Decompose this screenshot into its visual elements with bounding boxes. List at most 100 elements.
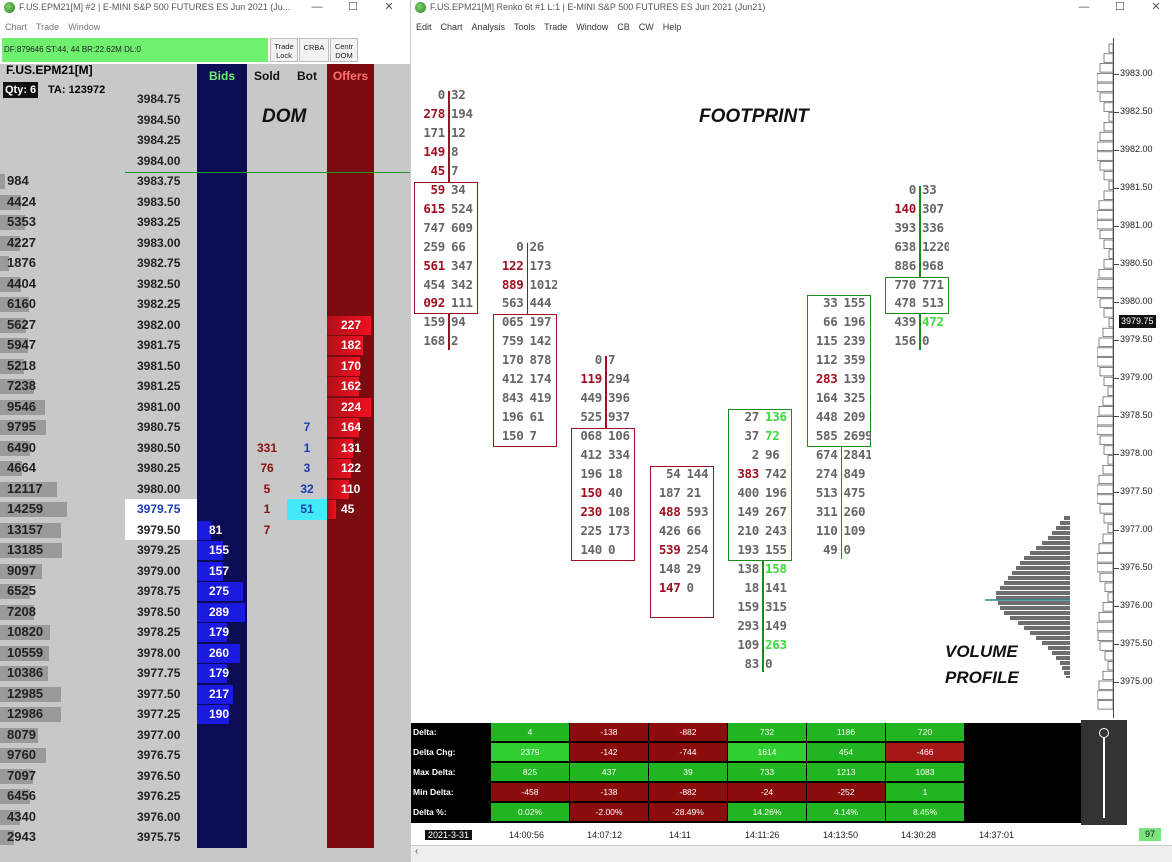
dom-row[interactable]: 9760 3976.75	[0, 745, 410, 766]
dom-row[interactable]: 12986 3977.25 190	[0, 704, 410, 725]
menu-analysis[interactable]: Analysis	[472, 18, 506, 36]
row-price[interactable]: 3984.75	[125, 89, 197, 110]
dom-row[interactable]: 4340 3976.00	[0, 806, 410, 828]
row-price[interactable]: 3981.50	[125, 356, 197, 377]
dom-row[interactable]: 13185 3979.25 155	[0, 540, 410, 561]
row-price[interactable]: 3978.75	[125, 581, 197, 602]
row-price[interactable]: 3984.50	[125, 110, 197, 131]
dom-row[interactable]: 1876 3982.75	[0, 253, 410, 274]
row-price[interactable]: 3984.25	[125, 130, 197, 151]
row-price[interactable]: 3978.00	[125, 643, 197, 664]
dom-row[interactable]: 6456 3976.25	[0, 786, 410, 807]
row-price[interactable]: 3978.25	[125, 622, 197, 643]
menu-window[interactable]: Window	[68, 18, 100, 36]
row-price[interactable]: 3981.25	[125, 376, 197, 397]
dom-row[interactable]: 9097 3979.00 157	[0, 560, 410, 582]
dom-row[interactable]: 9795 3980.75 7 164	[0, 417, 410, 438]
menu-cw[interactable]: CW	[639, 18, 654, 36]
dom-row[interactable]: 5218 3981.50 170	[0, 355, 410, 377]
row-price[interactable]: 3977.50	[125, 684, 197, 705]
dom-row[interactable]: 7208 3978.50 289	[0, 601, 410, 623]
dom-row[interactable]: 6160 3982.25	[0, 294, 410, 315]
dom-row[interactable]: 7238 3981.25 162	[0, 376, 410, 397]
menu-tools[interactable]: Tools	[514, 18, 535, 36]
dom-row[interactable]: 12985 3977.50 217	[0, 683, 410, 705]
menu-cb[interactable]: CB	[617, 18, 630, 36]
menu-chart[interactable]: Chart	[441, 18, 463, 36]
dom-row[interactable]: 5627 3982.00 227	[0, 314, 410, 336]
dom-row[interactable]: 9546 3981.00 224	[0, 396, 410, 418]
row-price[interactable]: 3981.00	[125, 397, 197, 418]
dom-row[interactable]: 4664 3980.25 76 3 122	[0, 458, 410, 479]
minimize-icon[interactable]: —	[1067, 0, 1101, 16]
dom-row[interactable]: 3984.00	[0, 150, 410, 172]
row-price[interactable]: 3982.25	[125, 294, 197, 315]
row-price[interactable]: 3980.25	[125, 458, 197, 479]
dom-row[interactable]: 6490 3980.50 331 1 131	[0, 437, 410, 459]
row-price[interactable]: 3976.50	[125, 766, 197, 787]
row-price[interactable]: 3975.75	[125, 827, 197, 848]
row-price[interactable]: 3979.75	[125, 499, 197, 520]
dom-row[interactable]: 13157 3979.50 81 7	[0, 519, 410, 540]
row-price[interactable]: 3983.50	[125, 192, 197, 213]
row-price[interactable]: 3978.50	[125, 602, 197, 623]
trade-lock-button[interactable]: Trade Lock	[270, 38, 298, 62]
maximize-icon[interactable]: ☐	[1103, 0, 1137, 16]
row-price[interactable]: 3982.75	[125, 253, 197, 274]
row-price[interactable]: 3983.00	[125, 233, 197, 254]
row-bid	[197, 397, 247, 418]
horizontal-scrollbar[interactable]: ‹	[411, 845, 1172, 862]
dom-row[interactable]: 5353 3983.25	[0, 212, 410, 233]
slider-handle-icon[interactable]	[1099, 728, 1109, 738]
centr-dom-button[interactable]: Centr DOM	[330, 38, 358, 62]
row-price[interactable]: 3976.75	[125, 745, 197, 766]
row-price[interactable]: 3979.50	[125, 519, 197, 540]
dom-row[interactable]: 3984.25	[0, 130, 410, 151]
row-price[interactable]: 3979.00	[125, 561, 197, 582]
row-price[interactable]: 3980.75	[125, 417, 197, 438]
dom-row[interactable]: 12117 3980.00 5 32 110	[0, 478, 410, 500]
menu-chart[interactable]: Chart	[5, 18, 27, 36]
row-price[interactable]: 3977.25	[125, 704, 197, 725]
dom-row[interactable]: 10386 3977.75 179	[0, 663, 410, 684]
row-price[interactable]: 3983.75	[125, 171, 197, 192]
row-price[interactable]: 3977.75	[125, 663, 197, 684]
dom-row[interactable]: 14259 3979.75 1 51 45	[0, 499, 410, 520]
row-price[interactable]: 3979.25	[125, 540, 197, 561]
maximize-icon[interactable]: ☐	[336, 0, 370, 16]
dom-row[interactable]: 4227 3983.00	[0, 232, 410, 254]
menu-trade[interactable]: Trade	[544, 18, 567, 36]
menu-trade[interactable]: Trade	[36, 18, 59, 36]
menu-help[interactable]: Help	[663, 18, 682, 36]
dom-row[interactable]: 2943 3975.75	[0, 827, 410, 848]
row-price[interactable]: 3980.00	[125, 479, 197, 500]
dom-row[interactable]: 984 3983.75	[0, 171, 410, 192]
dom-row[interactable]: 4404 3982.50	[0, 273, 410, 295]
axis-volume-bar	[1098, 406, 1114, 416]
row-price[interactable]: 3984.00	[125, 151, 197, 172]
row-price[interactable]: 3976.25	[125, 786, 197, 807]
menu-window[interactable]: Window	[576, 18, 608, 36]
close-icon[interactable]: ✕	[1139, 0, 1172, 16]
dom-row[interactable]: 4424 3983.50	[0, 191, 410, 213]
dom-row[interactable]: 10559 3978.00 260	[0, 642, 410, 664]
dom-row[interactable]: 3984.75	[0, 89, 410, 110]
dom-row[interactable]: 7097 3976.50	[0, 765, 410, 787]
crba-button[interactable]: CRBA	[299, 38, 329, 62]
row-price[interactable]: 3977.00	[125, 725, 197, 746]
row-price[interactable]: 3982.50	[125, 274, 197, 295]
row-price[interactable]: 3982.00	[125, 315, 197, 336]
row-price[interactable]: 3981.75	[125, 335, 197, 356]
row-price[interactable]: 3980.50	[125, 438, 197, 459]
row-price[interactable]: 3983.25	[125, 212, 197, 233]
dom-row[interactable]: 3984.50	[0, 109, 410, 131]
dom-row[interactable]: 8079 3977.00	[0, 724, 410, 746]
row-price[interactable]: 3976.00	[125, 807, 197, 828]
stats-scroll-panel[interactable]	[1081, 720, 1127, 825]
close-icon[interactable]: ✕	[372, 0, 406, 16]
menu-edit[interactable]: Edit	[416, 18, 432, 36]
dom-row[interactable]: 5947 3981.75 182	[0, 335, 410, 356]
minimize-icon[interactable]: —	[300, 0, 334, 16]
dom-row[interactable]: 10820 3978.25 179	[0, 622, 410, 643]
dom-row[interactable]: 6525 3978.75 275	[0, 581, 410, 602]
